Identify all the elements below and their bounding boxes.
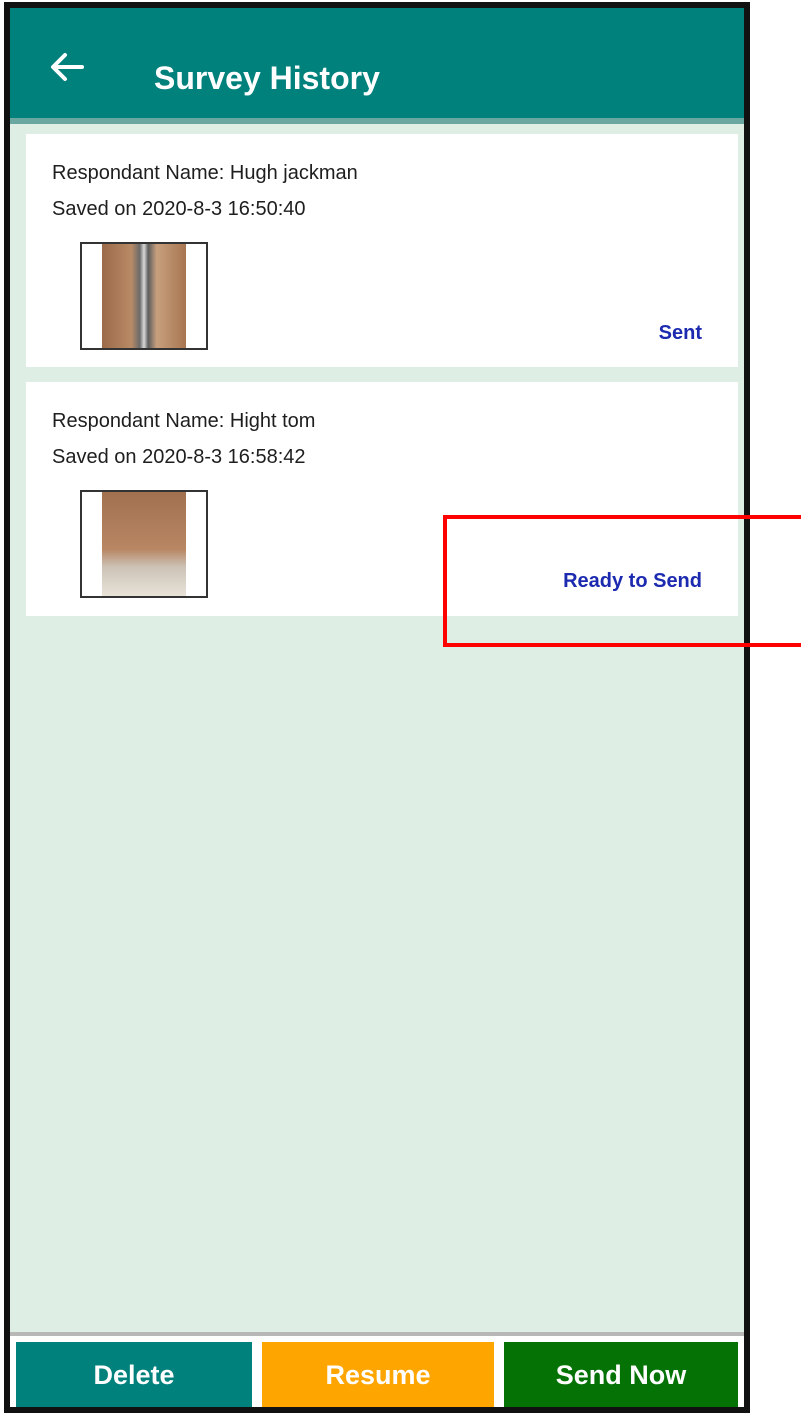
app-bar: Survey History [10,8,744,124]
photo-image [102,244,186,348]
resume-button[interactable]: Resume [262,1342,494,1407]
page-title: Survey History [154,60,380,96]
survey-photo-thumbnail[interactable] [80,490,208,598]
action-bar: Delete Resume Send Now [10,1332,744,1407]
status-label: Sent [658,322,702,344]
respondent-name: Respondant Name: Hugh jackman [52,162,358,184]
back-button[interactable] [50,52,84,82]
delete-button[interactable]: Delete [16,1342,252,1407]
arrow-left-icon [51,53,84,81]
photo-image [102,492,186,596]
survey-list-item[interactable]: Respondant Name: Hugh jackman Saved on 2… [26,134,738,367]
phone-screen: Survey History Respondant Name: Hugh jac… [4,2,750,1413]
status-label: Ready to Send [563,570,702,592]
survey-photo-thumbnail[interactable] [80,242,208,350]
send-now-button[interactable]: Send Now [504,1342,738,1407]
survey-list-item[interactable]: Respondant Name: Hight tom Saved on 2020… [26,382,738,616]
saved-timestamp: Saved on 2020-8-3 16:58:42 [52,446,306,468]
respondent-name: Respondant Name: Hight tom [52,410,316,432]
saved-timestamp: Saved on 2020-8-3 16:50:40 [52,198,306,220]
